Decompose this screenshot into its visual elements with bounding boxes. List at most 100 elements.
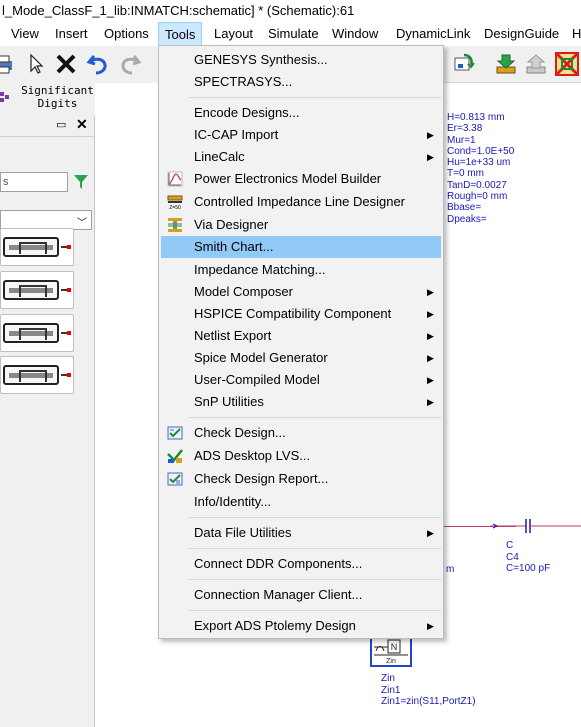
menu-item-smith-chart[interactable]: Smith Chart... (161, 236, 441, 258)
lvs-icon (167, 449, 183, 463)
menu-item-hspice-compatibility[interactable]: HSPICE Compatibility Component ▶ (161, 303, 441, 325)
param-t: T=0 mm (447, 168, 484, 180)
zin-box-sub: Zin (386, 658, 396, 665)
menu-separator (189, 517, 441, 518)
palette-item[interactable] (0, 271, 74, 309)
menu-item-user-compiled-model[interactable]: User-Compiled Model ▶ (161, 369, 441, 391)
panel-header: ▭ ✕ (0, 116, 94, 137)
submenu-arrow-icon: ▶ (427, 152, 434, 162)
menu-item-power-electronics-model-builder[interactable]: Power Electronics Model Builder (161, 168, 441, 190)
param-mur: Mur=1 (447, 134, 476, 146)
param-h: H=0.813 mm (447, 112, 505, 123)
menu-item-genesys-synthesis[interactable]: GENESYS Synthesis... (161, 49, 441, 71)
menu-item-check-design[interactable]: Check Design... (161, 422, 441, 444)
filter-icon[interactable] (74, 174, 88, 190)
menu-simulate[interactable]: Simulate (268, 22, 319, 46)
menu-help[interactable]: H (572, 22, 581, 46)
menu-separator (189, 610, 441, 611)
menu-item-ic-cap-import[interactable]: IC-CAP Import ▶ (161, 124, 441, 146)
capacitor-symbol[interactable] (490, 518, 581, 536)
menu-item-check-design-report[interactable]: Check Design Report... (161, 468, 441, 490)
capacitor-label: C C4 C=100 pF (506, 540, 550, 575)
microstrip-component-icon (3, 365, 59, 385)
palette-select[interactable]: ﹀ (0, 210, 92, 230)
menu-separator (189, 417, 441, 418)
param-hu: Hu=1e+33 um (447, 157, 511, 169)
menu-item-encode-designs[interactable]: Encode Designs... (161, 102, 441, 124)
search-input[interactable]: s (0, 172, 68, 192)
menu-item-info-identity[interactable]: Info/Identity... (161, 491, 441, 513)
menu-insert[interactable]: Insert (55, 22, 88, 46)
zin-box-label: N (391, 642, 398, 652)
param-rough: Rough=0 mm (447, 191, 508, 203)
menu-item-controlled-impedance-line-designer[interactable]: Z=50 Controlled Impedance Line Designer (161, 191, 441, 213)
component-palette-panel: ▭ ✕ s ﹀ (0, 116, 95, 727)
submenu-arrow-icon: ▶ (427, 331, 434, 341)
param-dpeaks: Dpeaks= (447, 213, 487, 225)
submenu-arrow-icon: ▶ (427, 397, 434, 407)
check-report-icon (167, 472, 183, 486)
menu-item-snp-utilities[interactable]: SnP Utilities ▶ (161, 391, 441, 413)
menu-item-model-composer[interactable]: Model Composer ▶ (161, 281, 441, 303)
tools-dropdown-menu: GENESYS Synthesis... SPECTRASYS... Encod… (158, 45, 444, 639)
menu-designguide[interactable]: DesignGuide (484, 22, 559, 46)
menu-options[interactable]: Options (104, 22, 149, 46)
deactivate-component-icon[interactable] (553, 50, 581, 78)
microstrip-component-icon (3, 280, 59, 300)
print-icon[interactable] (0, 50, 18, 78)
partial-label: m (446, 564, 455, 575)
check-design-icon (167, 426, 183, 440)
menu-item-via-designer[interactable]: Via Designer (161, 214, 441, 236)
zin-expression: Zin1=zin(S11,PortZ1) (381, 696, 476, 707)
substrate-parameters: H=0.813 mm Er=3.38 Mur=1 Cond=1.0E+50 Hu… (447, 112, 514, 225)
menu-window[interactable]: Window (332, 22, 378, 46)
menu-item-ads-desktop-lvs[interactable]: ADS Desktop LVS... (161, 445, 441, 467)
window-title-bar: l_Mode_ClassF_1_lib:INMATCH:schematic] *… (0, 0, 581, 22)
submenu-arrow-icon: ▶ (427, 375, 434, 385)
microstrip-component-icon (3, 237, 59, 257)
menu-tools[interactable]: Tools (158, 22, 203, 46)
menu-item-export-ads-ptolemy-design[interactable]: Export ADS Ptolemy Design ▶ (161, 615, 441, 637)
significant-digits-label: Significant Digits (21, 84, 94, 110)
zin-component[interactable]: N Zin (370, 637, 412, 667)
submenu-arrow-icon: ▶ (427, 621, 434, 631)
menu-dynamiclink[interactable]: DynamicLink (396, 22, 470, 46)
push-down-icon[interactable] (492, 50, 520, 78)
menu-separator (189, 548, 441, 549)
menu-item-linecalc[interactable]: LineCalc ▶ (161, 146, 441, 168)
zin-type: Zin (381, 673, 395, 684)
via-designer-icon (168, 218, 182, 232)
select-arrow-icon[interactable] (22, 50, 50, 78)
param-er: Er=3.38 (447, 123, 483, 135)
menu-item-spectrasys[interactable]: SPECTRASYS... (161, 71, 441, 93)
delete-x-icon[interactable] (52, 50, 80, 78)
close-icon[interactable]: ✕ (76, 116, 88, 133)
palette-item[interactable] (0, 356, 74, 394)
redo-icon[interactable] (116, 50, 144, 78)
menu-separator (189, 97, 441, 98)
palette-item[interactable] (0, 228, 74, 266)
menu-item-connect-ddr-components[interactable]: Connect DDR Components... (161, 553, 441, 575)
menu-item-data-file-utilities[interactable]: Data File Utilities ▶ (161, 522, 441, 544)
menu-item-netlist-export[interactable]: Netlist Export ▶ (161, 325, 441, 347)
impedance-line-icon: Z=50 (167, 195, 183, 210)
submenu-arrow-icon: ▶ (427, 309, 434, 319)
menu-layout[interactable]: Layout (214, 22, 253, 46)
menu-item-impedance-matching[interactable]: Impedance Matching... (161, 259, 441, 281)
svg-text:Z=50: Z=50 (169, 205, 181, 210)
menu-separator (189, 579, 441, 580)
dock-pin-icon[interactable]: ▭ (56, 118, 66, 131)
palette-item[interactable] (0, 314, 74, 352)
power-electronics-icon (167, 171, 183, 187)
window-title: l_Mode_ClassF_1_lib:INMATCH:schematic] *… (2, 3, 355, 18)
menu-view[interactable]: View (11, 22, 39, 46)
pop-up-icon[interactable] (522, 50, 550, 78)
capacitor-value: C=100 pF (506, 563, 551, 574)
chevron-down-icon: ﹀ (77, 218, 87, 229)
capacitor-name: C4 (506, 551, 519, 563)
undo-icon[interactable] (84, 50, 112, 78)
refresh-component-icon[interactable] (450, 50, 478, 78)
menu-item-spice-model-generator[interactable]: Spice Model Generator ▶ (161, 347, 441, 369)
digits-icon (0, 92, 9, 102)
menu-item-connection-manager-client[interactable]: Connection Manager Client... (161, 584, 441, 606)
